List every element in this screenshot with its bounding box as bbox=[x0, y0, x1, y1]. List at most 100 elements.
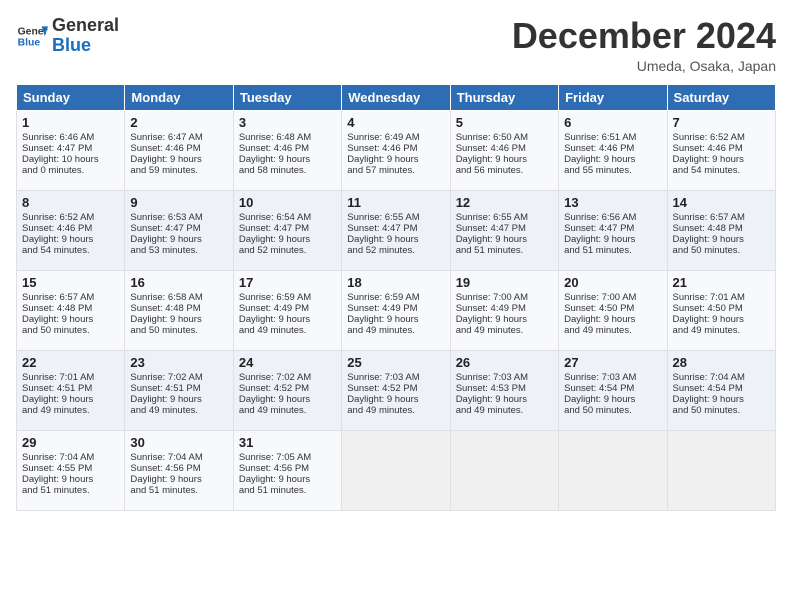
day-number: 27 bbox=[564, 355, 661, 370]
day-info-line: Sunset: 4:51 PM bbox=[22, 383, 119, 394]
day-number: 1 bbox=[22, 115, 119, 130]
day-number: 7 bbox=[673, 115, 770, 130]
day-info-line: Daylight: 9 hours bbox=[130, 394, 227, 405]
day-info-line: Daylight: 9 hours bbox=[22, 474, 119, 485]
day-info-line: and 49 minutes. bbox=[347, 325, 444, 336]
day-info-line: Daylight: 9 hours bbox=[456, 314, 553, 325]
day-info-line: Sunset: 4:51 PM bbox=[130, 383, 227, 394]
day-info-line: and 53 minutes. bbox=[130, 245, 227, 256]
day-info-line: and 50 minutes. bbox=[130, 325, 227, 336]
day-info-line: Sunrise: 6:54 AM bbox=[239, 212, 336, 223]
calendar-cell: 23Sunrise: 7:02 AMSunset: 4:51 PMDayligh… bbox=[125, 350, 233, 430]
day-info-line: Sunset: 4:47 PM bbox=[22, 143, 119, 154]
day-info-line: Sunset: 4:46 PM bbox=[130, 143, 227, 154]
day-number: 12 bbox=[456, 195, 553, 210]
day-info-line: Sunrise: 7:04 AM bbox=[673, 372, 770, 383]
day-info-line: Daylight: 9 hours bbox=[564, 394, 661, 405]
day-info-line: Sunrise: 7:05 AM bbox=[239, 452, 336, 463]
calendar-cell: 14Sunrise: 6:57 AMSunset: 4:48 PMDayligh… bbox=[667, 190, 775, 270]
day-info-line: Sunset: 4:46 PM bbox=[347, 143, 444, 154]
calendar-cell: 29Sunrise: 7:04 AMSunset: 4:55 PMDayligh… bbox=[17, 430, 125, 510]
day-info-line: Sunrise: 7:02 AM bbox=[130, 372, 227, 383]
day-info-line: and 49 minutes. bbox=[130, 405, 227, 416]
day-info-line: Sunrise: 6:58 AM bbox=[130, 292, 227, 303]
day-info-line: Sunset: 4:47 PM bbox=[239, 223, 336, 234]
calendar-cell: 3Sunrise: 6:48 AMSunset: 4:46 PMDaylight… bbox=[233, 110, 341, 190]
calendar-table: SundayMondayTuesdayWednesdayThursdayFrid… bbox=[16, 84, 776, 511]
logo-icon: General Blue bbox=[16, 20, 48, 52]
day-info-line: Daylight: 9 hours bbox=[564, 314, 661, 325]
day-info-line: Daylight: 9 hours bbox=[239, 394, 336, 405]
day-info-line: Sunrise: 6:48 AM bbox=[239, 132, 336, 143]
day-number: 21 bbox=[673, 275, 770, 290]
day-number: 6 bbox=[564, 115, 661, 130]
day-info-line: and 58 minutes. bbox=[239, 165, 336, 176]
day-info-line: and 51 minutes. bbox=[239, 485, 336, 496]
day-info-line: Daylight: 9 hours bbox=[564, 234, 661, 245]
day-info-line: Daylight: 9 hours bbox=[456, 234, 553, 245]
day-info-line: Sunrise: 6:52 AM bbox=[22, 212, 119, 223]
day-info-line: Daylight: 9 hours bbox=[456, 154, 553, 165]
day-info-line: Sunrise: 7:00 AM bbox=[564, 292, 661, 303]
day-info-line: and 0 minutes. bbox=[22, 165, 119, 176]
calendar-cell: 20Sunrise: 7:00 AMSunset: 4:50 PMDayligh… bbox=[559, 270, 667, 350]
day-info-line: Sunrise: 7:01 AM bbox=[22, 372, 119, 383]
day-info-line: Sunset: 4:52 PM bbox=[239, 383, 336, 394]
calendar-cell: 25Sunrise: 7:03 AMSunset: 4:52 PMDayligh… bbox=[342, 350, 450, 430]
day-number: 4 bbox=[347, 115, 444, 130]
day-info-line: Sunset: 4:47 PM bbox=[347, 223, 444, 234]
day-number: 17 bbox=[239, 275, 336, 290]
day-info-line: Daylight: 9 hours bbox=[456, 394, 553, 405]
day-info-line: Sunset: 4:53 PM bbox=[456, 383, 553, 394]
day-info-line: Sunset: 4:46 PM bbox=[456, 143, 553, 154]
day-info-line: and 51 minutes. bbox=[564, 245, 661, 256]
page-header: General Blue General Blue December 2024 … bbox=[16, 16, 776, 74]
day-info-line: Sunrise: 6:49 AM bbox=[347, 132, 444, 143]
day-info-line: Daylight: 9 hours bbox=[130, 234, 227, 245]
column-header-sunday: Sunday bbox=[17, 84, 125, 110]
calendar-cell: 24Sunrise: 7:02 AMSunset: 4:52 PMDayligh… bbox=[233, 350, 341, 430]
day-info-line: Sunset: 4:56 PM bbox=[239, 463, 336, 474]
day-info-line: Sunset: 4:48 PM bbox=[673, 223, 770, 234]
day-info-line: Sunset: 4:54 PM bbox=[673, 383, 770, 394]
calendar-cell: 5Sunrise: 6:50 AMSunset: 4:46 PMDaylight… bbox=[450, 110, 558, 190]
day-info-line: and 57 minutes. bbox=[347, 165, 444, 176]
day-info-line: Sunrise: 6:46 AM bbox=[22, 132, 119, 143]
day-info-line: and 49 minutes. bbox=[456, 405, 553, 416]
day-info-line: Daylight: 10 hours bbox=[22, 154, 119, 165]
calendar-cell bbox=[667, 430, 775, 510]
calendar-cell: 30Sunrise: 7:04 AMSunset: 4:56 PMDayligh… bbox=[125, 430, 233, 510]
day-number: 5 bbox=[456, 115, 553, 130]
day-info-line: and 51 minutes. bbox=[456, 245, 553, 256]
calendar-cell: 16Sunrise: 6:58 AMSunset: 4:48 PMDayligh… bbox=[125, 270, 233, 350]
day-info-line: Sunrise: 6:57 AM bbox=[22, 292, 119, 303]
calendar-cell: 2Sunrise: 6:47 AMSunset: 4:46 PMDaylight… bbox=[125, 110, 233, 190]
day-info-line: Sunset: 4:46 PM bbox=[239, 143, 336, 154]
day-number: 15 bbox=[22, 275, 119, 290]
logo-text: General Blue bbox=[52, 16, 119, 56]
day-info-line: Daylight: 9 hours bbox=[673, 314, 770, 325]
calendar-cell: 6Sunrise: 6:51 AMSunset: 4:46 PMDaylight… bbox=[559, 110, 667, 190]
day-info-line: Sunrise: 7:03 AM bbox=[347, 372, 444, 383]
week-row-3: 15Sunrise: 6:57 AMSunset: 4:48 PMDayligh… bbox=[17, 270, 776, 350]
day-number: 26 bbox=[456, 355, 553, 370]
day-number: 13 bbox=[564, 195, 661, 210]
day-number: 2 bbox=[130, 115, 227, 130]
day-number: 14 bbox=[673, 195, 770, 210]
day-number: 16 bbox=[130, 275, 227, 290]
day-number: 28 bbox=[673, 355, 770, 370]
day-info-line: Sunset: 4:47 PM bbox=[456, 223, 553, 234]
day-info-line: Sunset: 4:55 PM bbox=[22, 463, 119, 474]
day-number: 8 bbox=[22, 195, 119, 210]
calendar-cell: 11Sunrise: 6:55 AMSunset: 4:47 PMDayligh… bbox=[342, 190, 450, 270]
day-info-line: Sunrise: 7:04 AM bbox=[22, 452, 119, 463]
calendar-cell: 26Sunrise: 7:03 AMSunset: 4:53 PMDayligh… bbox=[450, 350, 558, 430]
day-info-line: Sunrise: 6:47 AM bbox=[130, 132, 227, 143]
day-info-line: and 50 minutes. bbox=[22, 325, 119, 336]
calendar-cell: 19Sunrise: 7:00 AMSunset: 4:49 PMDayligh… bbox=[450, 270, 558, 350]
week-row-5: 29Sunrise: 7:04 AMSunset: 4:55 PMDayligh… bbox=[17, 430, 776, 510]
day-info-line: Daylight: 9 hours bbox=[347, 234, 444, 245]
day-info-line: Daylight: 9 hours bbox=[347, 314, 444, 325]
calendar-cell: 27Sunrise: 7:03 AMSunset: 4:54 PMDayligh… bbox=[559, 350, 667, 430]
calendar-cell: 7Sunrise: 6:52 AMSunset: 4:46 PMDaylight… bbox=[667, 110, 775, 190]
